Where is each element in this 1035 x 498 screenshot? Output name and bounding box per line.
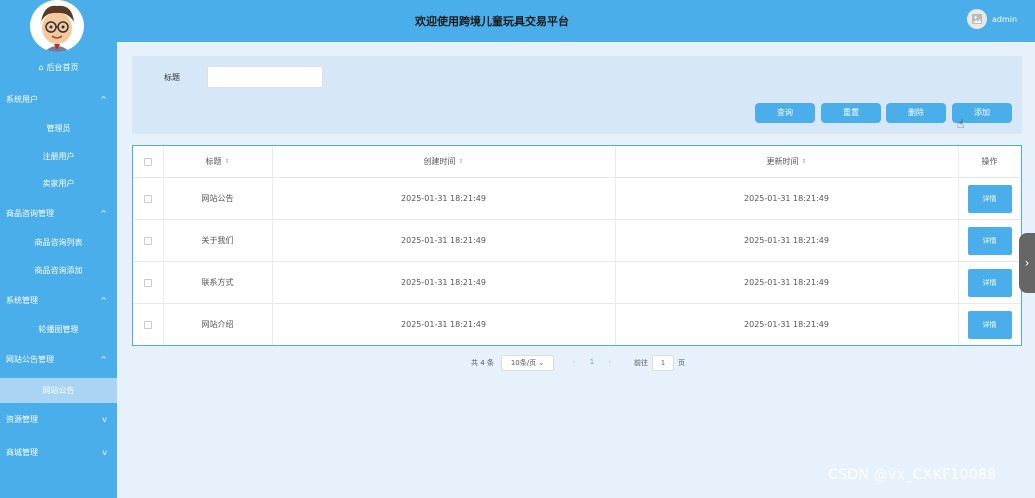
cell-updated: 2025-01-31 18:21:49 <box>744 194 829 203</box>
prev-page-icon[interactable]: ‹ <box>573 358 576 366</box>
column-divider <box>958 146 959 345</box>
cell-title: 关于我们 <box>201 236 234 245</box>
cell-title: 联系方式 <box>201 278 234 287</box>
sidebar-group-mall[interactable]: 商城管理 v <box>0 442 117 464</box>
chevron-down-icon: v <box>102 448 107 457</box>
sidebar-item-sellers[interactable]: 卖家用户 <box>0 173 117 195</box>
column-divider <box>615 146 616 345</box>
detail-button[interactable]: 详情 <box>967 226 1012 255</box>
next-page-icon[interactable]: › <box>608 358 611 366</box>
table-row: 网站介绍 2025-01-31 18:21:49 2025-01-31 18:2… <box>133 304 1021 345</box>
query-button[interactable]: 查询 <box>755 103 815 123</box>
page-size-select[interactable]: 10条/页 ⌄ <box>501 355 554 371</box>
sidebar-item-inquiry-add[interactable]: 商品咨询添加 <box>0 260 117 282</box>
detail-button[interactable]: 详情 <box>967 310 1012 339</box>
table-row: 联系方式 2025-01-31 18:21:49 2025-01-31 18:2… <box>133 262 1021 304</box>
table-header-row: 标题 ⇕ 创建时间 ⇕ 更新时间 ⇕ 操作 <box>133 146 1021 178</box>
goto-page-input[interactable] <box>652 355 674 371</box>
table-row: 关于我们 2025-01-31 18:21:49 2025-01-31 18:2… <box>133 220 1021 262</box>
sidebar-group-label: 商品咨询管理 <box>6 209 54 218</box>
row-checkbox[interactable] <box>144 320 152 329</box>
sidebar-group-label: 资源管理 <box>6 415 38 424</box>
search-label: 标题 <box>164 73 180 82</box>
sort-icon: ⇕ <box>224 158 230 165</box>
data-table: 标题 ⇕ 创建时间 ⇕ 更新时间 ⇕ 操作 网站公告 2025-01-31 18:21… <box>132 145 1022 346</box>
username[interactable]: admin <box>992 15 1017 24</box>
sidebar-group-label: 网站公告管理 <box>6 355 54 364</box>
cell-title: 网站介绍 <box>201 320 234 329</box>
search-input[interactable] <box>207 66 323 88</box>
row-checkbox[interactable] <box>144 236 152 245</box>
sidebar-group-label: 商城管理 <box>6 448 38 457</box>
home-icon: ⌂ <box>38 63 44 72</box>
chevron-down-icon: v <box>102 415 107 424</box>
cell-created: 2025-01-31 18:21:49 <box>401 236 486 245</box>
cell-updated: 2025-01-31 18:21:49 <box>744 320 829 329</box>
chevron-right-icon: › <box>1024 256 1030 270</box>
top-header: 欢迎使用跨境儿童玩具交易平台 admin <box>117 0 1035 42</box>
cell-title: 网站公告 <box>201 194 234 203</box>
sidebar-group-resources[interactable]: 资源管理 v <box>0 409 117 431</box>
sort-icon: ⇕ <box>458 158 464 165</box>
watermark: CSDN @vx_CXKF10088 <box>828 467 997 483</box>
cell-created: 2025-01-31 18:21:49 <box>401 278 486 287</box>
sidebar-group-product-inquiry[interactable]: 商品咨询管理 ^ <box>0 203 117 225</box>
sidebar-item-carousel[interactable]: 轮播图管理 <box>0 319 117 341</box>
chevron-up-icon: ^ <box>100 95 107 104</box>
row-checkbox[interactable] <box>144 194 152 203</box>
cell-created: 2025-01-31 18:21:49 <box>401 194 486 203</box>
pagination-total: 共 4 条 <box>471 359 494 367</box>
table-row: 网站公告 2025-01-31 18:21:49 2025-01-31 18:2… <box>133 178 1021 220</box>
column-header-updated[interactable]: 更新时间 ⇕ <box>615 146 958 177</box>
sidebar-item-inquiry-list[interactable]: 商品咨询列表 <box>0 232 117 254</box>
page-number-current[interactable]: 1 <box>590 358 594 366</box>
column-header-created[interactable]: 创建时间 ⇕ <box>272 146 615 177</box>
column-header-actions: 操作 <box>981 157 998 166</box>
sidebar-item-admin[interactable]: 管理员 <box>0 118 117 140</box>
reset-button[interactable]: 重置 <box>821 103 881 123</box>
side-panel-toggle[interactable]: › <box>1019 233 1035 293</box>
sidebar-group-system[interactable]: 系统管理 ^ <box>0 290 117 312</box>
page-nav: ‹ 1 › <box>563 355 621 371</box>
cell-updated: 2025-01-31 18:21:49 <box>744 236 829 245</box>
sidebar-group-announcements[interactable]: 网站公告管理 ^ <box>0 349 117 371</box>
hand-cursor-icon: ☝ <box>957 117 965 131</box>
column-divider <box>272 146 273 345</box>
sidebar: ⌂ 后台首页 系统用户 ^ 管理员 注册用户 卖家用户 商品咨询管理 ^ 商品咨询… <box>0 0 117 498</box>
sidebar-item-announcement[interactable]: 网站公告 <box>0 378 117 403</box>
page-title: 欢迎使用跨境儿童玩具交易平台 <box>415 15 569 28</box>
chevron-up-icon: ^ <box>100 209 107 218</box>
sidebar-group-label: 系统用户 <box>6 95 38 104</box>
cell-updated: 2025-01-31 18:21:49 <box>744 278 829 287</box>
delete-button[interactable]: 删除 <box>886 103 946 123</box>
select-all-checkbox[interactable] <box>144 157 152 166</box>
sidebar-home-label: 后台首页 <box>46 63 79 72</box>
cell-created: 2025-01-31 18:21:49 <box>401 320 486 329</box>
chevron-up-icon: ^ <box>100 355 107 364</box>
column-header-title[interactable]: 标题 ⇕ <box>163 146 272 177</box>
avatar <box>30 0 84 52</box>
column-divider <box>163 146 164 345</box>
detail-button[interactable]: 详情 <box>967 268 1012 297</box>
chevron-up-icon: ^ <box>100 296 107 305</box>
row-checkbox[interactable] <box>144 278 152 287</box>
sidebar-home[interactable]: ⌂ 后台首页 <box>0 62 117 73</box>
goto-suffix: 页 <box>678 359 685 367</box>
sidebar-group-label: 系统管理 <box>6 296 38 305</box>
goto-label: 前往 <box>634 359 648 367</box>
chevron-down-icon: ⌄ <box>538 359 545 367</box>
sidebar-item-registered-users[interactable]: 注册用户 <box>0 146 117 168</box>
sidebar-group-users[interactable]: 系统用户 ^ <box>0 89 117 111</box>
detail-button[interactable]: 详情 <box>967 184 1012 213</box>
sort-icon: ⇕ <box>801 158 807 165</box>
user-avatar[interactable] <box>967 9 987 29</box>
search-panel: 标题 查询 重置 删除 添加 <box>132 56 1022 134</box>
